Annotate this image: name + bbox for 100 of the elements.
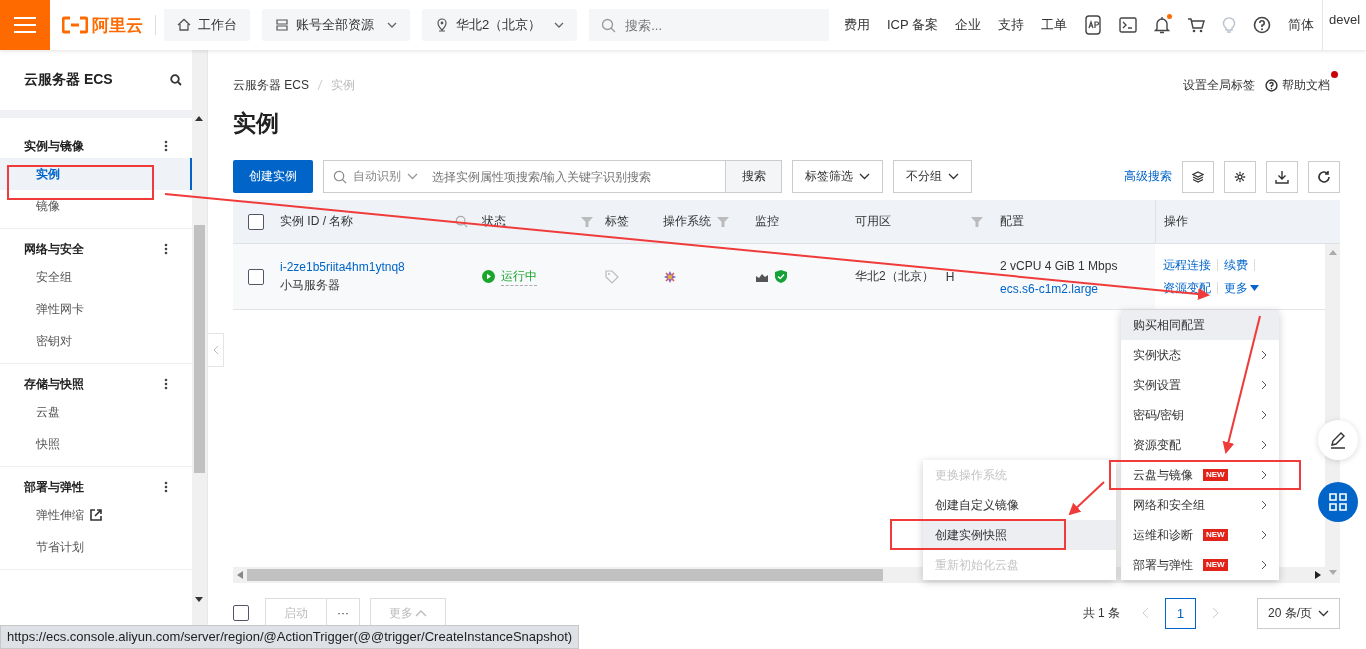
instance-id-link[interactable]: i-2ze1b5riita4hm1ytnq8 xyxy=(280,259,405,274)
menu-item[interactable]: 云盘与镜像 NEW xyxy=(1121,460,1279,490)
scroll-right-icon[interactable] xyxy=(1315,571,1321,579)
os-icon xyxy=(663,269,677,284)
feedback-button[interactable] xyxy=(1318,420,1358,460)
menu-item-label: 网络和安全组 xyxy=(1133,496,1205,514)
nav-link[interactable]: 企业 xyxy=(955,16,981,34)
advanced-search-link[interactable]: 高级搜索 xyxy=(1124,168,1172,185)
sidebar-group-title[interactable]: 网络与安全 xyxy=(24,240,84,258)
sidebar-item[interactable]: 云盘 xyxy=(0,396,192,428)
scroll-left-icon[interactable] xyxy=(237,571,243,579)
more-icon[interactable] xyxy=(164,243,168,255)
chevron-down-icon xyxy=(1318,609,1329,617)
sidebar-item[interactable]: 节省计划 xyxy=(0,531,192,563)
search-icon[interactable] xyxy=(170,74,182,86)
sidebar-item[interactable]: 安全组 xyxy=(0,261,192,293)
play-icon xyxy=(482,270,495,283)
menu-button[interactable] xyxy=(0,0,50,50)
search-mode-dropdown[interactable]: 自动识别 xyxy=(353,168,418,185)
group-dropdown[interactable]: 不分组 xyxy=(893,160,972,193)
collapse-handle[interactable] xyxy=(208,333,224,367)
location-pin-icon xyxy=(435,18,449,32)
region-dropdown[interactable]: 华北2（北京） xyxy=(422,9,578,41)
menu-item-label: 实例状态 xyxy=(1133,346,1181,364)
language-link[interactable]: 简体 xyxy=(1288,16,1314,34)
instance-type-link[interactable]: ecs.s6-c1m2.large xyxy=(1000,281,1099,296)
refresh-icon xyxy=(1317,169,1331,184)
sidebar-item[interactable]: 快照 xyxy=(0,428,192,460)
sidebar-group-title[interactable]: 实例与镜像 xyxy=(24,137,84,155)
menu-item-label: 云盘与镜像 xyxy=(1133,466,1193,484)
more-actions-button[interactable]: ··· xyxy=(327,598,360,628)
user-name[interactable]: devel xyxy=(1329,12,1361,27)
menu-item[interactable]: 网络和安全组 xyxy=(1121,490,1279,520)
menu-item[interactable]: 运维和诊断 NEW xyxy=(1121,520,1279,550)
cart-icon[interactable] xyxy=(1187,17,1205,33)
sidebar-item[interactable]: 实例 xyxy=(0,158,192,190)
tag-filter-dropdown[interactable]: 标签筛选 xyxy=(792,160,883,193)
help-docs-link[interactable]: 帮助文档 xyxy=(1265,77,1330,93)
scrollbar-thumb[interactable] xyxy=(194,225,205,473)
page-button[interactable]: 1 xyxy=(1165,597,1196,629)
sidebar-item[interactable]: 镜像 xyxy=(0,190,192,222)
page-size-dropdown[interactable]: 20 条/页 xyxy=(1257,597,1340,629)
column-header: 操作 xyxy=(1164,213,1188,230)
sidebar-item[interactable]: 弹性网卡 xyxy=(0,293,192,325)
workbench-button[interactable]: 工作台 xyxy=(164,9,250,41)
scroll-down-icon[interactable] xyxy=(195,597,203,602)
layers-button[interactable] xyxy=(1182,160,1214,193)
shield-icon[interactable] xyxy=(775,270,787,283)
menu-item[interactable]: 部署与弹性 NEW xyxy=(1121,550,1279,580)
nav-link[interactable]: 费用 xyxy=(843,16,870,34)
sidebar-group-title[interactable]: 部署与弹性 xyxy=(24,478,84,496)
instance-name: 小马服务器 xyxy=(280,276,340,294)
download-button[interactable] xyxy=(1266,160,1298,193)
chevron-up-icon xyxy=(415,609,427,617)
chevron-down-icon xyxy=(948,173,959,180)
layers-icon xyxy=(1192,170,1204,183)
status-url: https://ecs.console.aliyun.com/server/region/@ActionTrigger(@@trigger/CreateInstanceSnapshot) xyxy=(0,625,580,649)
nav-link[interactable]: ICP 备案 xyxy=(886,16,938,34)
create-instance-button[interactable]: 创建实例 xyxy=(233,160,313,193)
menu-item[interactable]: 购买相同配置 xyxy=(1121,310,1279,340)
column-header: 实例 ID / 名称 xyxy=(280,213,354,230)
scrollbar-thumb[interactable] xyxy=(247,569,883,581)
header-link[interactable]: 设置全局标签 xyxy=(1183,77,1255,93)
nav-link[interactable]: 工单 xyxy=(1041,16,1067,34)
refresh-button[interactable] xyxy=(1308,160,1340,193)
breadcrumb-link[interactable]: 云服务器 ECS xyxy=(233,76,309,94)
select-all-checkbox[interactable] xyxy=(248,213,264,230)
search-field[interactable]: 自动识别 选择实例属性项搜索/输入关键字识别搜索 搜索 xyxy=(323,160,782,193)
notification-dot xyxy=(1331,71,1338,78)
search-button[interactable]: 搜索 xyxy=(725,161,781,192)
resources-dropdown[interactable]: 账号全部资源 xyxy=(262,9,410,41)
menu-item[interactable]: 密码/密钥 xyxy=(1121,400,1279,430)
menu-item-label: 实例设置 xyxy=(1133,376,1181,394)
menu-item[interactable]: 资源变配 xyxy=(1121,430,1279,460)
sidebar-group-title[interactable]: 存储与快照 xyxy=(24,375,84,393)
settings-button[interactable] xyxy=(1224,160,1256,193)
breadcrumb-current: 实例 xyxy=(331,76,355,94)
more-dropdown[interactable]: 更多 xyxy=(1224,279,1259,297)
bell-icon[interactable] xyxy=(1154,16,1170,34)
terminal-icon[interactable] xyxy=(1119,17,1137,33)
scroll-up-icon[interactable] xyxy=(195,116,203,121)
help-icon[interactable] xyxy=(1253,16,1271,34)
more-icon[interactable] xyxy=(164,378,168,390)
column-header: 操作系统 xyxy=(663,213,711,230)
select-all-checkbox[interactable] xyxy=(233,605,249,621)
more-icon[interactable] xyxy=(164,481,168,493)
nav-link[interactable]: 支持 xyxy=(998,16,1024,34)
sidebar-item[interactable]: 密钥对 xyxy=(0,325,192,357)
row-checkbox[interactable] xyxy=(248,268,264,285)
menu-item[interactable]: 创建自定义镜像 xyxy=(923,490,1116,520)
renew-link[interactable]: 续费 xyxy=(1224,256,1248,274)
search-field[interactable]: 搜索... xyxy=(589,9,830,41)
api-icon[interactable] xyxy=(1084,15,1102,35)
more-icon[interactable] xyxy=(164,140,168,152)
remote-connect-link[interactable]: 远程连接 xyxy=(1163,256,1211,274)
menu-item-label: 部署与弹性 xyxy=(1133,556,1193,574)
apps-button[interactable] xyxy=(1318,482,1358,522)
menu-item[interactable]: 实例设置 xyxy=(1121,370,1279,400)
sidebar-item[interactable]: 弹性伸缩 xyxy=(0,499,192,531)
menu-item[interactable]: 实例状态 xyxy=(1121,340,1279,370)
